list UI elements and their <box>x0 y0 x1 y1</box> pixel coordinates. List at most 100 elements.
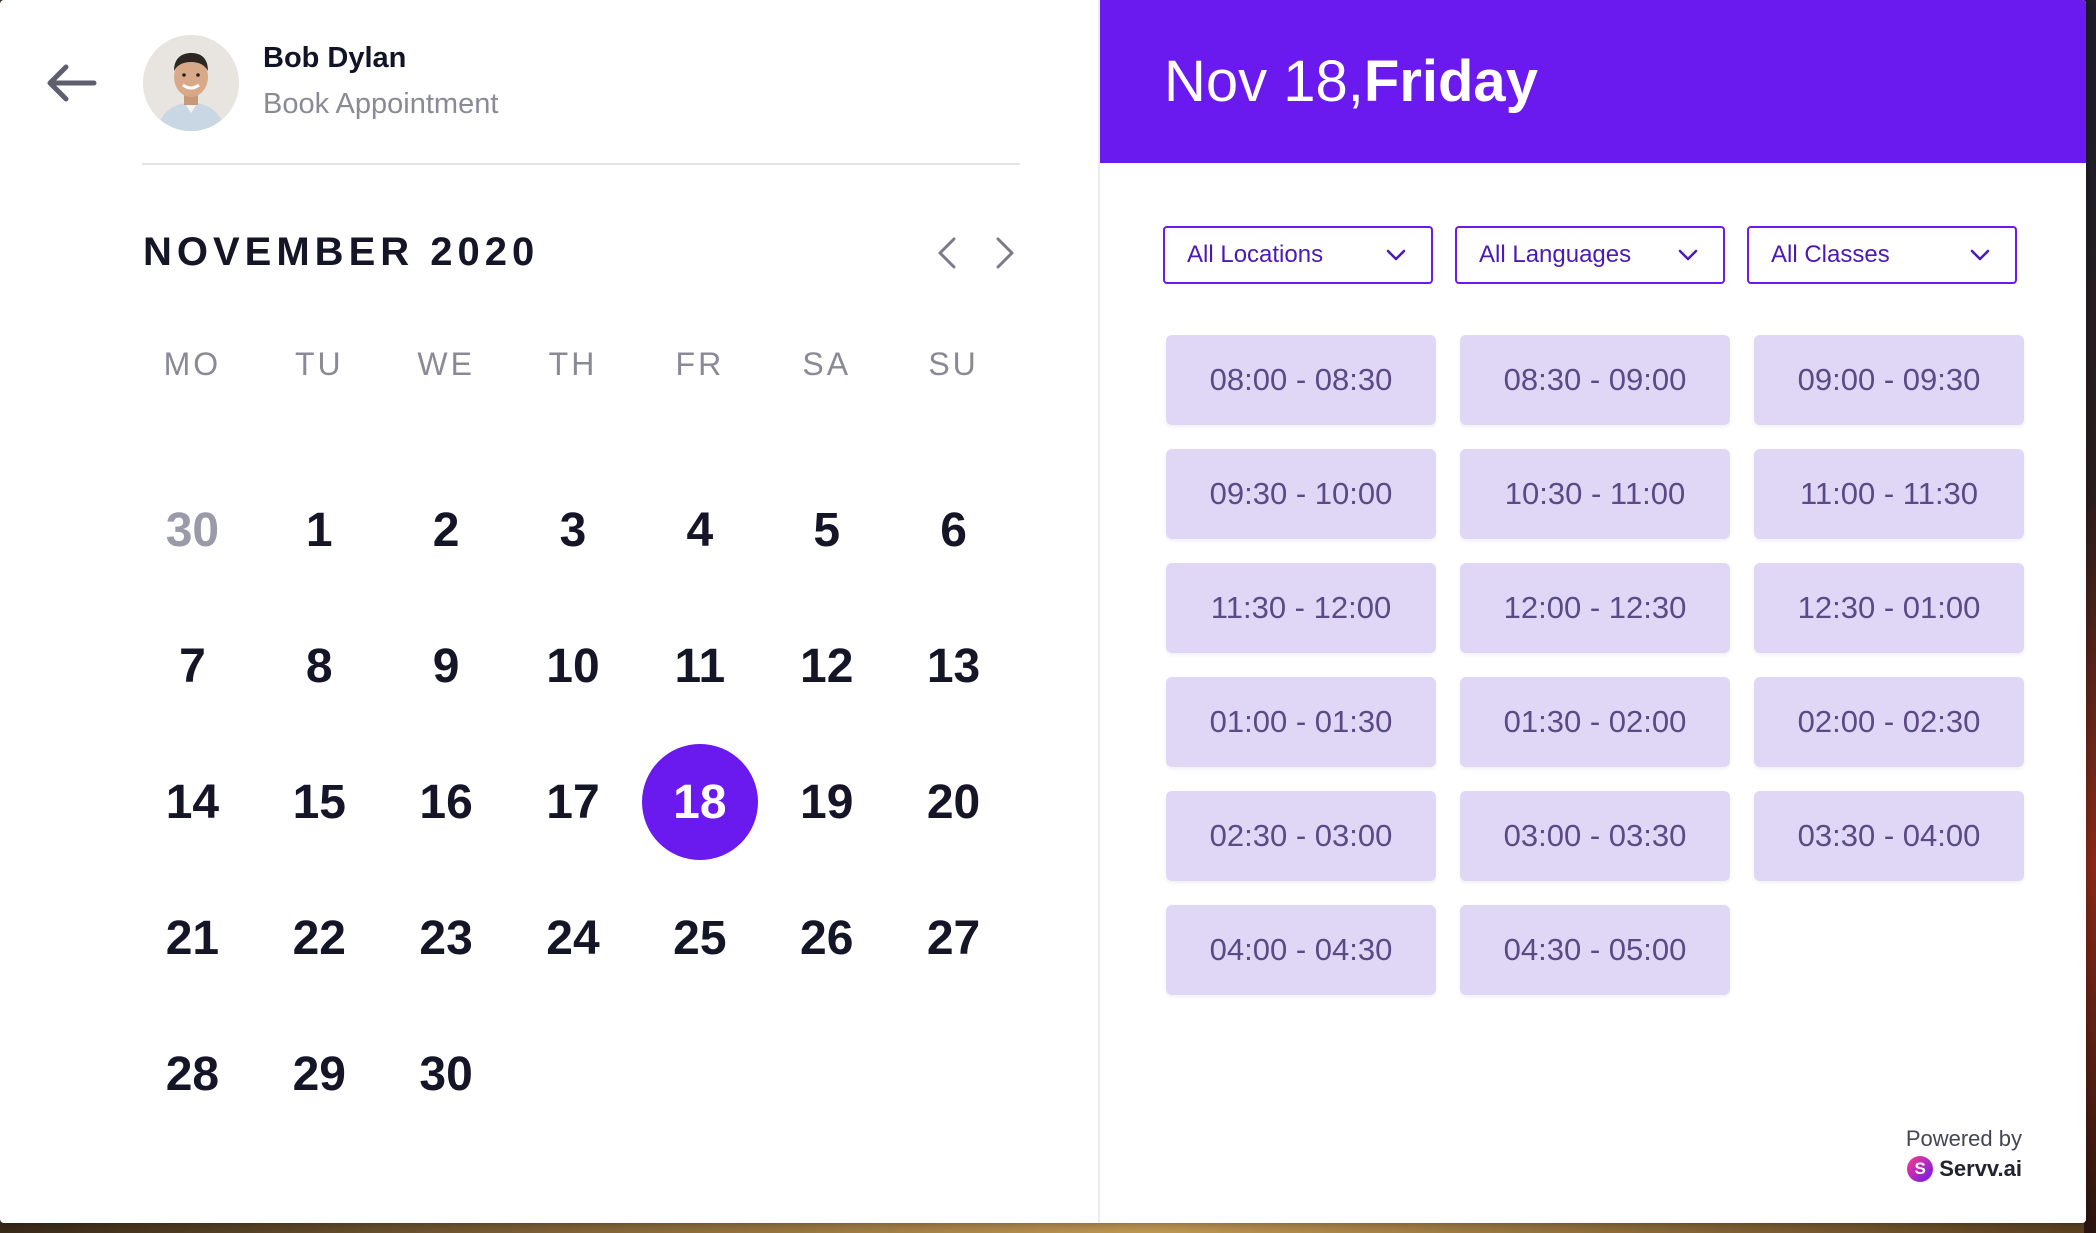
weekday-label: SA <box>802 346 852 382</box>
calendar-day[interactable]: 9 <box>383 598 510 734</box>
chevron-down-icon <box>1386 249 1406 261</box>
next-month-button[interactable] <box>984 233 1024 273</box>
calendar-day[interactable]: 2 <box>383 462 510 598</box>
calendar-day-number: 2 <box>432 503 460 557</box>
page-subtitle: Book Appointment <box>263 88 499 120</box>
time-slot-button[interactable]: 04:30 - 05:00 <box>1460 905 1730 995</box>
calendar-day[interactable]: 23 <box>383 870 510 1006</box>
calendar-day-number: 13 <box>926 639 981 693</box>
time-slot-button[interactable]: 03:30 - 04:00 <box>1754 791 2024 881</box>
calendar-day-number: 4 <box>686 503 714 557</box>
calendar-day[interactable]: 21 <box>129 870 256 1006</box>
calendar-day-number: 30 <box>419 1047 473 1101</box>
weekday-header: MO TU WE TH FR SA SU <box>129 334 1017 394</box>
calendar-empty-cell <box>763 1006 890 1142</box>
calendar-empty-cell <box>510 1006 637 1142</box>
selected-date-header: Nov 18, Friday <box>1100 0 2086 163</box>
calendar-day-number: 19 <box>800 775 854 829</box>
powered-by: Powered by S Servv.ai <box>1906 1126 2022 1182</box>
languages-select[interactable]: All Languages <box>1455 226 1725 284</box>
calendar-day-number: 8 <box>305 639 333 693</box>
calendar-day[interactable]: 27 <box>890 870 1017 1006</box>
time-slot-button[interactable]: 10:30 - 11:00 <box>1460 449 1730 539</box>
time-slot-button[interactable]: 11:30 - 12:00 <box>1166 563 1436 653</box>
locations-select[interactable]: All Locations <box>1163 226 1433 284</box>
calendar-day[interactable]: 30 <box>383 1006 510 1142</box>
calendar-day-number: 16 <box>419 775 473 829</box>
calendar-day[interactable]: 13 <box>890 598 1017 734</box>
calendar-day[interactable]: 17 <box>510 734 637 870</box>
select-value: All Classes <box>1771 241 1890 268</box>
calendar-day-number: 30 <box>165 503 220 557</box>
calendar-day-number: 26 <box>800 911 854 965</box>
calendar-day-number: 25 <box>673 911 727 965</box>
calendar-day-number: 5 <box>813 503 841 557</box>
time-slot-button[interactable]: 08:30 - 09:00 <box>1460 335 1730 425</box>
calendar-day[interactable]: 16 <box>383 734 510 870</box>
calendar-day[interactable]: 25 <box>636 870 763 1006</box>
time-slot-button[interactable]: 08:00 - 08:30 <box>1166 335 1436 425</box>
calendar-day[interactable]: 26 <box>763 870 890 1006</box>
calendar-day-number: 18 <box>641 744 758 860</box>
calendar-day-number: 7 <box>179 639 206 693</box>
calendar-day[interactable]: 10 <box>510 598 637 734</box>
calendar-week-row: 28 29 30 <box>129 1006 1017 1142</box>
time-slot-button[interactable]: 09:30 - 10:00 <box>1166 449 1436 539</box>
calendar-day[interactable]: 28 <box>129 1006 256 1142</box>
weekday-label: TH <box>548 346 598 382</box>
calendar-grid: MO TU WE TH FR SA SU 30 1 2 3 4 5 6 7 8 9 10 11 12 13 14 15 16… <box>129 334 1017 1142</box>
calendar-day[interactable]: 6 <box>890 462 1017 598</box>
month-label: NOVEMBER 2020 <box>143 230 540 274</box>
calendar-day[interactable]: 29 <box>256 1006 383 1142</box>
calendar-day[interactable]: 8 <box>256 598 383 734</box>
calendar-day[interactable]: 5 <box>763 462 890 598</box>
calendar-day-number: 6 <box>940 503 967 557</box>
calendar-day[interactable]: 3 <box>510 462 637 598</box>
time-slot-button[interactable]: 09:00 - 09:30 <box>1754 335 2024 425</box>
weekday-label: TU <box>294 346 344 382</box>
back-button[interactable] <box>42 60 102 106</box>
calendar-day-number: 27 <box>926 911 981 965</box>
time-slot-button[interactable]: 12:00 - 12:30 <box>1460 563 1730 653</box>
prev-month-button[interactable] <box>928 233 968 273</box>
calendar-day[interactable]: 15 <box>256 734 383 870</box>
calendar-day-number: 29 <box>292 1047 346 1101</box>
time-slot-button[interactable]: 02:00 - 02:30 <box>1754 677 2024 767</box>
calendar-day-number: 22 <box>292 911 346 965</box>
classes-select[interactable]: All Classes <box>1747 226 2017 284</box>
brand-link[interactable]: S Servv.ai <box>1906 1156 2022 1182</box>
calendar-day[interactable]: 30 <box>129 462 256 598</box>
booking-modal: Bob Dylan Book Appointment NOVEMBER 2020… <box>0 0 2086 1223</box>
calendar-day[interactable]: 22 <box>256 870 383 1006</box>
time-slot-button[interactable]: 01:00 - 01:30 <box>1166 677 1436 767</box>
calendar-day[interactable]: 12 <box>763 598 890 734</box>
calendar-empty-cell <box>636 1006 763 1142</box>
arrow-left-icon <box>47 64 97 102</box>
calendar-day[interactable]: 4 <box>636 462 763 598</box>
time-slot-button[interactable]: 01:30 - 02:00 <box>1460 677 1730 767</box>
calendar-day[interactable]: 19 <box>763 734 890 870</box>
calendar-day[interactable]: 20 <box>890 734 1017 870</box>
calendar-day[interactable]: 11 <box>636 598 763 734</box>
time-slot-button[interactable]: 12:30 - 01:00 <box>1754 563 2024 653</box>
avatar <box>143 35 239 131</box>
calendar-day-number: 3 <box>559 503 587 557</box>
calendar-day[interactable]: 14 <box>129 734 256 870</box>
time-slot-button[interactable]: 02:30 - 03:00 <box>1166 791 1436 881</box>
calendar-week-row: 21 22 23 24 25 26 27 <box>129 870 1017 1006</box>
calendar-day-number: 28 <box>165 1047 220 1101</box>
calendar-day-selected[interactable]: 18 <box>636 734 763 870</box>
calendar-day[interactable]: 7 <box>129 598 256 734</box>
chevron-down-icon <box>1970 249 1990 261</box>
calendar-day-number: 17 <box>546 775 600 829</box>
time-slot-button[interactable]: 11:00 - 11:30 <box>1754 449 2024 539</box>
time-slot-button[interactable]: 03:00 - 03:30 <box>1460 791 1730 881</box>
calendar-day-number: 9 <box>432 639 460 693</box>
time-slot-button[interactable]: 04:00 - 04:30 <box>1166 905 1436 995</box>
calendar-day-number: 21 <box>165 911 220 965</box>
header-divider <box>142 163 1020 165</box>
calendar-day-number: 11 <box>674 639 726 693</box>
chevron-left-icon <box>938 237 956 269</box>
calendar-day[interactable]: 1 <box>256 462 383 598</box>
calendar-day[interactable]: 24 <box>510 870 637 1006</box>
